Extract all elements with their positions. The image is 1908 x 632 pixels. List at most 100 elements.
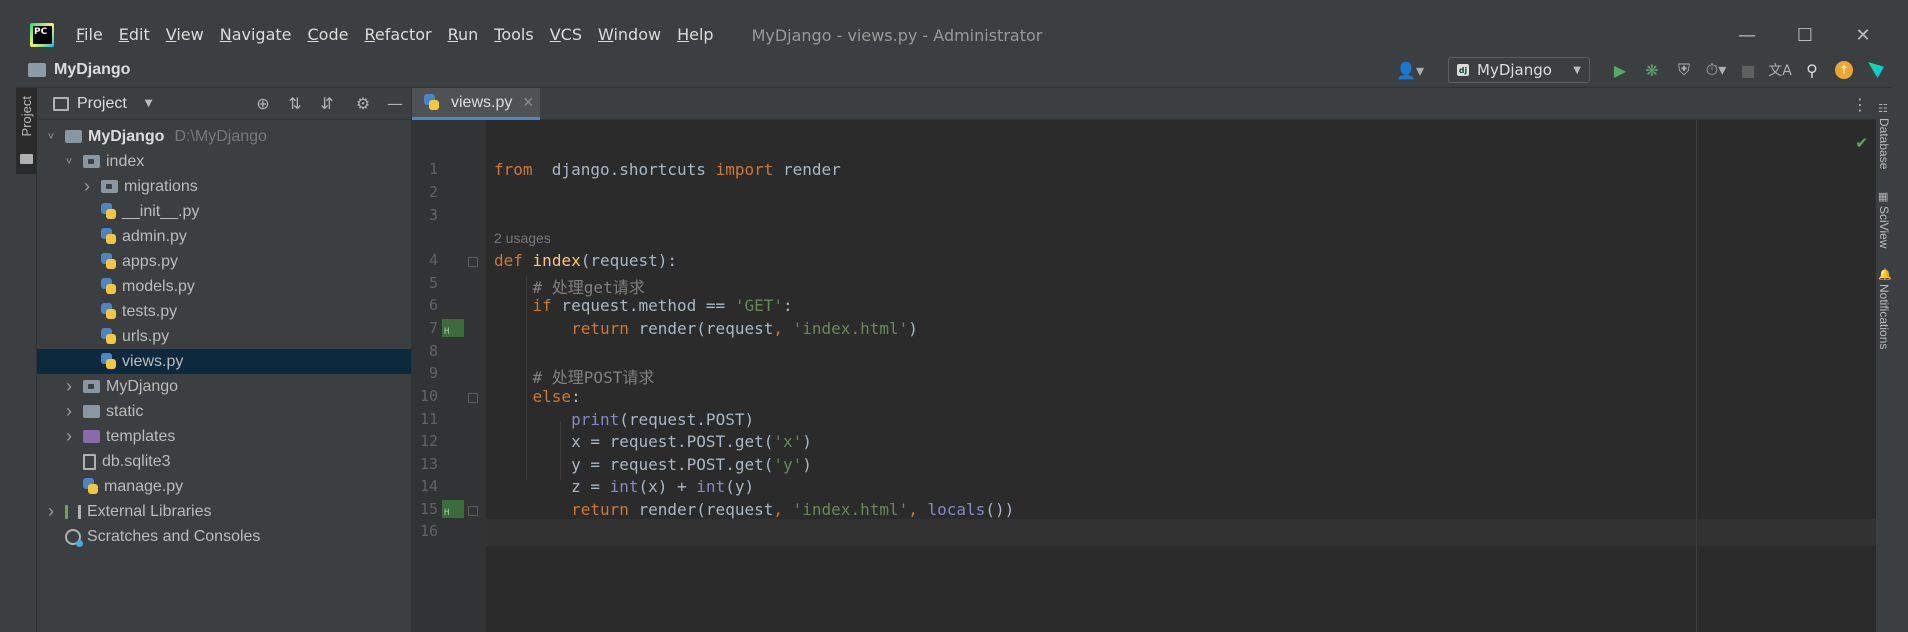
tree-item[interactable]: › MyDjango <box>37 374 411 399</box>
chevron-right-icon[interactable]: › <box>81 176 93 197</box>
code-token: int <box>696 477 726 496</box>
code-token: if <box>532 296 552 315</box>
menu-file[interactable]: File <box>68 18 111 52</box>
line-number: 10 <box>419 387 438 405</box>
ide-window: FileEditViewNavigateCodeRefactorRunTools… <box>16 18 1892 632</box>
fold-marker-icon[interactable] <box>468 393 478 403</box>
code-line: from django.shortcuts import render <box>494 160 841 179</box>
chevron-right-icon[interactable]: › <box>45 501 57 522</box>
run-icon[interactable]: ▶ <box>1604 52 1636 88</box>
chevron-right-icon[interactable]: › <box>63 401 75 422</box>
chevron-down-icon[interactable]: ˅ <box>45 131 57 143</box>
tree-item[interactable]: views.py <box>37 349 411 374</box>
close-icon[interactable]: ✕ <box>522 95 534 111</box>
debug-icon[interactable]: ❋ <box>1636 52 1668 88</box>
tree-item[interactable]: ˅ MyDjango D:\MyDjango <box>37 124 411 149</box>
template-navigate-icon[interactable]: H <box>442 500 464 518</box>
tree-item[interactable]: models.py <box>37 274 411 299</box>
chevron-right-icon[interactable]: › <box>63 426 75 447</box>
left-tool-strip: Project <box>16 88 37 632</box>
library-icon <box>65 504 81 519</box>
tree-item[interactable]: › static <box>37 399 411 424</box>
stop-icon[interactable]: ■ <box>1732 52 1764 88</box>
menu-window[interactable]: Window <box>590 18 669 52</box>
notifications-tool-tab[interactable]: Notifications <box>1877 284 1891 349</box>
more-options-icon[interactable]: ⋮ <box>1850 88 1870 120</box>
run-configuration-select[interactable]: dj MyDjango ▼ <box>1448 57 1590 83</box>
code-token: index <box>532 251 581 270</box>
line-number: 5 <box>428 274 438 292</box>
tree-item[interactable]: › External Libraries <box>37 499 411 524</box>
code-token: x = request.POST.get( <box>494 432 774 451</box>
close-window-button[interactable]: ✕ <box>1834 18 1892 52</box>
sciview-tool-tab[interactable]: SciView <box>1877 206 1891 248</box>
menu-navigate[interactable]: Navigate <box>212 18 300 52</box>
tree-item[interactable]: › templates <box>37 424 411 449</box>
tree-item[interactable]: manage.py <box>37 474 411 499</box>
code-token: : <box>783 296 793 315</box>
menu-code[interactable]: Code <box>300 18 357 52</box>
menu-edit[interactable]: Edit <box>111 18 158 52</box>
breadcrumb-project[interactable]: MyDjango <box>54 61 130 79</box>
profile-icon[interactable]: ⏱▾ <box>1700 52 1732 88</box>
code-area[interactable] <box>486 120 1876 632</box>
project-tool-tab[interactable]: Project <box>16 88 37 174</box>
plugin-logo-icon[interactable] <box>1860 52 1892 88</box>
gear-icon[interactable]: ⚙ <box>347 88 379 120</box>
code-token: z = <box>494 477 610 496</box>
tree-item-label: tests.py <box>122 302 178 320</box>
menu-tools[interactable]: Tools <box>486 18 541 52</box>
locate-file-icon[interactable]: ⊕ <box>247 88 279 120</box>
right-margin-guide <box>1696 120 1697 632</box>
update-icon[interactable]: ↑ <box>1828 52 1860 88</box>
tree-item[interactable]: db.sqlite3 <box>37 449 411 474</box>
chevron-down-icon[interactable]: ▼ <box>145 98 153 109</box>
usages-inlay-hint[interactable]: 2 usages <box>494 230 551 246</box>
translate-icon[interactable]: 文A <box>1764 52 1796 88</box>
tree-item[interactable]: urls.py <box>37 324 411 349</box>
search-icon[interactable]: ⚲ <box>1796 52 1828 88</box>
line-number: 11 <box>419 410 438 428</box>
menu-help[interactable]: Help <box>669 18 721 52</box>
package-folder-icon <box>101 180 118 193</box>
tree-item[interactable]: admin.py <box>37 224 411 249</box>
project-tree: ˅ MyDjango D:\MyDjango ˅ index › migrations __i… <box>37 120 411 549</box>
tree-item[interactable]: tests.py <box>37 299 411 324</box>
menu-label-rest: ile <box>84 25 103 44</box>
tree-item-label: manage.py <box>104 477 184 495</box>
minimize-button[interactable]: — <box>1718 18 1776 52</box>
menu-label-rest: avigate <box>231 25 292 44</box>
menu-view[interactable]: View <box>158 18 212 52</box>
vcs-user-icon[interactable]: 👤▾ <box>1396 61 1424 80</box>
tree-item[interactable]: __init__.py <box>37 199 411 224</box>
tab-views-py[interactable]: views.py ✕ <box>412 88 540 120</box>
chevron-right-icon[interactable]: › <box>63 376 75 397</box>
code-token: request.method == <box>551 296 735 315</box>
expand-all-icon[interactable]: ⇅ <box>279 88 311 120</box>
fold-marker-icon[interactable] <box>468 257 478 267</box>
python-file-icon <box>424 94 439 111</box>
database-tool-tab[interactable]: Database <box>1877 118 1891 169</box>
menu-vcs[interactable]: VCS <box>542 18 590 52</box>
code-token: : <box>571 387 581 406</box>
menu-label-rest: elp <box>689 25 714 44</box>
tree-item[interactable]: apps.py <box>37 249 411 274</box>
maximize-button[interactable]: ☐ <box>1776 18 1834 52</box>
menu-refactor[interactable]: Refactor <box>356 18 439 52</box>
tree-item[interactable]: Scratches and Consoles <box>37 524 411 549</box>
collapse-all-icon[interactable]: ⇵ <box>311 88 343 120</box>
tree-item-label: db.sqlite3 <box>102 452 171 470</box>
project-panel-title[interactable]: Project <box>77 95 127 113</box>
hide-panel-icon[interactable]: — <box>379 88 411 120</box>
chevron-down-icon[interactable]: ˅ <box>63 156 75 168</box>
menu-run[interactable]: Run <box>440 18 487 52</box>
tree-item[interactable]: ˅ index <box>37 149 411 174</box>
coverage-icon[interactable]: ⛨ <box>1668 52 1700 88</box>
template-navigate-icon[interactable]: H <box>442 319 464 337</box>
tree-item[interactable]: › migrations <box>37 174 411 199</box>
fold-marker-icon[interactable] <box>468 506 478 516</box>
no-problems-check-icon[interactable]: ✔ <box>1855 134 1868 152</box>
code-line: y = request.POST.get('y') <box>494 455 812 474</box>
